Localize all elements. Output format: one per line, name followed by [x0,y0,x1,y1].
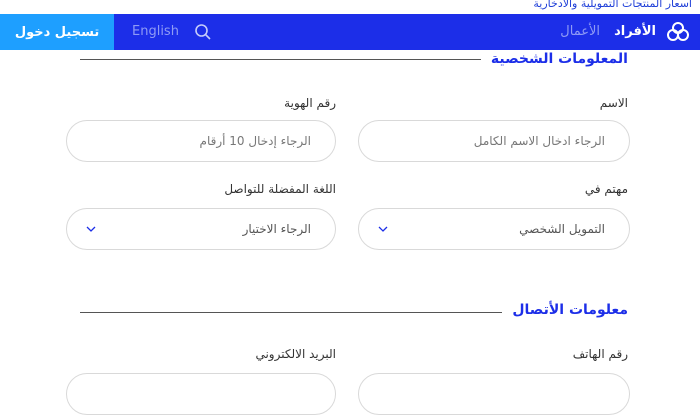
section-divider [80,59,505,60]
name-field[interactable]: الرجاء ادخال الاسم الكامل [358,120,630,162]
phone-field[interactable] [358,373,630,415]
top-banner: أسعار المنتجات التمويلية والادخارية [0,0,700,14]
contact-info-title: معلومات الأتصال [502,302,628,318]
nav-business[interactable]: الأعمال [560,24,600,39]
language-toggle[interactable]: English [132,24,179,39]
search-icon[interactable] [194,23,212,41]
chevron-down-icon [86,226,96,232]
preferred-language-select[interactable]: الرجاء الاختيار [66,208,336,250]
interest-select[interactable]: التمويل الشخصي [358,208,630,250]
interest-label: مهتم في [584,182,628,196]
personal-info-title: المعلومات الشخصية [480,51,628,67]
section-divider [80,312,520,313]
id-placeholder: الرجاء إدخال 10 أرقام [199,134,311,148]
nav-individuals[interactable]: الأفراد [614,24,656,39]
login-button[interactable]: تسجيل دخول [0,14,114,50]
preferred-language-label: اللغة المفضلة للتواصل [224,182,336,196]
id-number-field[interactable]: الرجاء إدخال 10 أرقام [66,120,336,162]
chevron-down-icon [378,226,388,232]
phone-label: رقم الهاتف [572,347,628,361]
email-label: البريد الالكتروني [255,347,336,361]
email-field[interactable] [66,373,336,415]
interest-value: التمويل الشخصي [519,222,605,236]
navbar: الأفراد الأعمال English تسجيل دخول [0,14,700,50]
name-label: الاسم [599,96,628,110]
id-label: رقم الهوية [284,96,336,110]
name-placeholder: الرجاء ادخال الاسم الكامل [473,134,605,148]
product-prices-link[interactable]: أسعار المنتجات التمويلية والادخارية [533,0,692,10]
preferred-language-placeholder: الرجاء الاختيار [242,222,311,236]
bank-logo-icon[interactable] [666,20,690,44]
